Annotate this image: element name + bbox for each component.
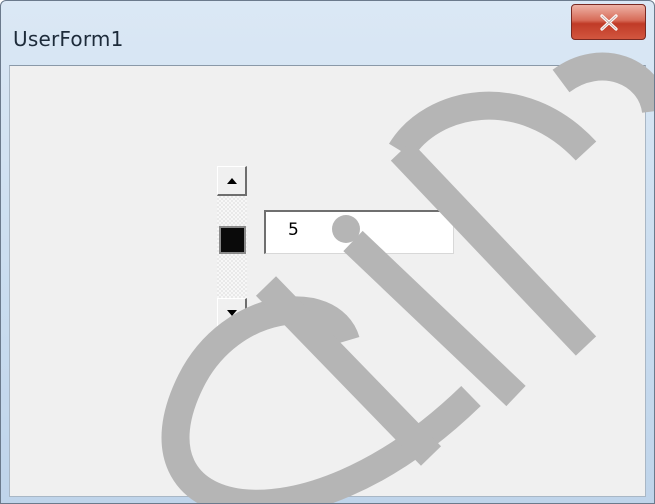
arrow-up-icon — [227, 178, 237, 184]
userform-window: UserForm1 5 — [0, 0, 655, 504]
close-button[interactable] — [571, 4, 646, 40]
spin-up-button[interactable] — [217, 166, 247, 196]
value-textbox[interactable]: 5 — [264, 210, 454, 254]
spin-down-button[interactable] — [217, 298, 247, 328]
form-client-area: 5 — [9, 65, 646, 497]
spin-thumb[interactable] — [219, 226, 246, 254]
arrow-down-icon — [227, 310, 237, 316]
title-bar[interactable]: UserForm1 — [1, 1, 654, 65]
close-icon — [600, 14, 618, 31]
window-title: UserForm1 — [13, 27, 124, 51]
